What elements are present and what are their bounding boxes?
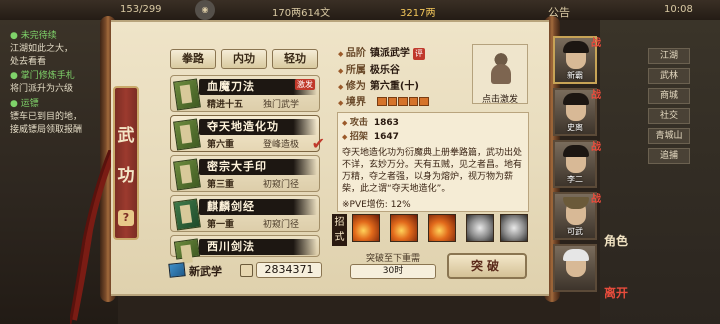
character-portrait[interactable]: 可武 战 — [553, 192, 601, 240]
clock: 10:08 — [664, 4, 693, 15]
new-skill-icon[interactable] — [168, 262, 186, 278]
skill-book-icon — [173, 78, 201, 111]
realm-bar — [377, 97, 429, 106]
role-tab[interactable]: 角色 — [604, 232, 628, 249]
break-time: 30时 — [350, 264, 436, 279]
skill-book-icon — [173, 198, 201, 231]
quest-item[interactable]: ● 掌门修炼手札 将门派升为六级 — [10, 70, 75, 96]
side-button[interactable]: 青城山 — [648, 128, 690, 144]
skill-item[interactable]: 西川剑法 — [170, 235, 320, 260]
silver-display: 3217两 — [400, 8, 436, 19]
new-skill-label[interactable]: 新武学 — [189, 263, 222, 279]
quest-item[interactable]: ● 未完待续 江湖如此之大， 处去看看 — [10, 30, 73, 69]
rank-mark-icon: 评 — [412, 48, 425, 60]
character-portrait[interactable]: 新霸 战 — [553, 36, 601, 84]
moves-label: 招式 — [332, 214, 347, 246]
rank-row: 品阶镇派武学评 — [338, 47, 425, 61]
skill-item[interactable]: 密宗大手印 第三重 初窥门径 — [170, 155, 320, 192]
break-through-button[interactable]: 突破 — [447, 253, 527, 279]
grey-move-icon[interactable] — [466, 214, 494, 242]
school-row: 所属极乐谷 — [338, 64, 400, 78]
pve-bonus: ※PVE增伤: 12% — [342, 200, 411, 210]
cost-display: 170两614文 — [272, 8, 331, 19]
skill-description: 夺天地造化功为衍魔典上册拳路篇，武功出处不详，玄妙万分。天有五贼，见之者昌。地有… — [342, 148, 523, 194]
side-button[interactable]: 社交 — [648, 108, 690, 124]
skill-book-icon — [173, 158, 201, 191]
character-portrait[interactable]: 史离 战 — [553, 88, 601, 136]
character-portrait[interactable] — [553, 244, 597, 292]
side-button[interactable]: 江湖 — [648, 48, 690, 64]
skill-points-value: 2834371 — [256, 262, 322, 278]
side-button[interactable]: 追捕 — [648, 148, 690, 164]
stamina-display: 153/299 — [120, 4, 162, 15]
skill-item[interactable]: 血魔刀法 激发 精进十五 独门武学 — [170, 75, 320, 112]
cultivation-row: 修为第六重(十) — [338, 80, 419, 94]
right-menu: 江湖 武林 商城 社交 青城山 追捕 — [600, 20, 720, 324]
side-button[interactable]: 商城 — [648, 88, 690, 104]
fire-move-icon[interactable] — [390, 214, 418, 242]
meditating-figure-icon — [489, 53, 513, 84]
points-icon — [240, 264, 253, 277]
activate-figure-button[interactable]: 点击激发 — [472, 44, 528, 105]
check-icon: ✔ — [311, 134, 325, 153]
fire-move-icon[interactable] — [428, 214, 456, 242]
skill-book-icon — [173, 118, 201, 151]
status-badge: 激发 — [295, 79, 315, 90]
grey-move-icon[interactable] — [500, 214, 528, 242]
skill-item[interactable]: 麒麟剑经 第一重 初窥门径 — [170, 195, 320, 232]
tab-fist[interactable]: 拳路 — [170, 49, 216, 69]
skill-book-icon — [173, 238, 201, 260]
help-icon[interactable]: ? — [118, 210, 134, 226]
fire-move-icon[interactable] — [352, 214, 380, 242]
break-requirement: 突破至下重需 — [365, 254, 420, 264]
tab-inner[interactable]: 内功 — [221, 49, 267, 69]
quest-item[interactable]: ● 运镖 镖车已到目的地， 接威镖局领取报酬 — [10, 98, 82, 137]
character-portrait[interactable]: 李二 战 — [553, 140, 601, 188]
realm-row: 境界 — [338, 96, 366, 110]
skill-item-selected[interactable]: 夺天地造化功 第六重 登峰造极 ✔ — [170, 115, 325, 153]
stats-box: 攻击1863 招架1647 夺天地造化功为衍魔典上册拳路篇，武功出处不详，玄妙万… — [337, 112, 529, 212]
camera-icon[interactable]: ◉ — [195, 0, 215, 20]
side-button[interactable]: 武林 — [648, 68, 690, 84]
tab-lightness[interactable]: 轻功 — [272, 49, 318, 69]
leave-tab[interactable]: 离开 — [604, 284, 628, 301]
